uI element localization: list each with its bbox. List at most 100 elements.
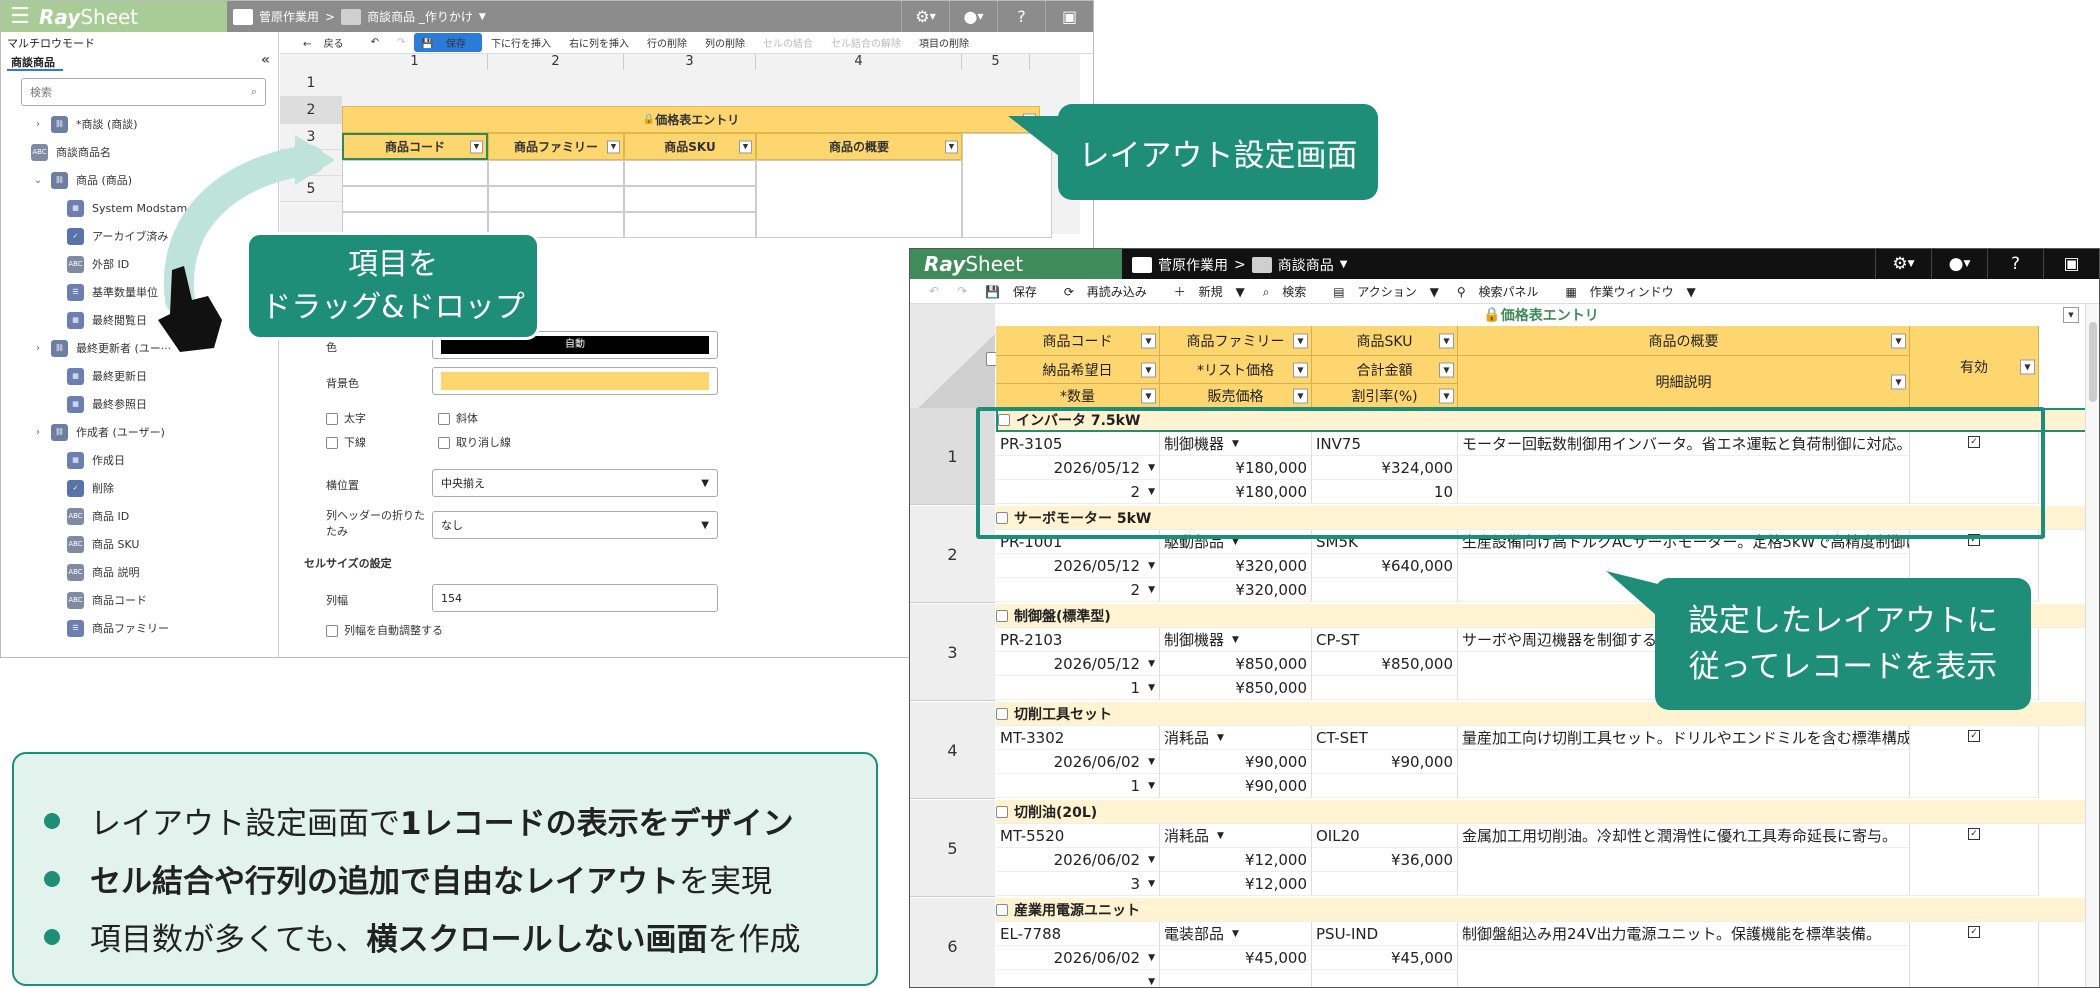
search-input[interactable]: 検索 ⌕ [21,78,266,106]
sidebar-field-item[interactable]: ABC 商品コード [1,586,279,614]
sidebar-tab[interactable]: 商談商品 « [1,52,278,71]
cell-detail[interactable] [1458,750,1910,798]
dropdown-icon[interactable]: ▼ [470,140,483,153]
insert-row-button[interactable]: 下に行を挿入 [482,35,560,50]
col-header-3[interactable]: 3 [624,54,756,70]
cell-product-sku[interactable]: CP-ST [1312,628,1458,652]
chevron-down-icon[interactable]: ▼ [1232,929,1239,939]
search-panel-button[interactable]: ⚲ 検索パネル [1448,283,1557,300]
chevron-down-icon[interactable]: ▼ [1148,879,1155,889]
search-button[interactable]: ⌕ 検索 [1254,283,1325,300]
italic-checkbox[interactable]: 斜体 [438,410,478,426]
gear-icon[interactable]: ⚙ ▼ [1875,249,1931,279]
save-button[interactable]: 💾 保存 [414,33,482,52]
chevron-down-icon[interactable]: ▼ [1148,977,1155,987]
chevron-icon[interactable]: ⌄ [31,175,45,186]
layout-header-cell[interactable]: 商品SKU ▼ [624,133,756,160]
reload-button[interactable]: ⟳ 再読み込み [1055,283,1165,300]
chevron-down-icon[interactable]: ▼ [1217,733,1224,743]
user-icon[interactable]: ● ▼ [1931,249,1987,279]
sidebar-field-item[interactable]: ABC 商品 SKU [1,530,279,558]
redo-icon[interactable]: ↷ [948,284,976,298]
dropdown-icon[interactable]: ▼ [1293,333,1308,348]
record-header-cell[interactable]: 商品SKU ▼ [1312,326,1458,356]
chevron-down-icon[interactable]: ▼ [1148,585,1155,595]
record-checkbox[interactable] [996,805,1008,818]
bold-checkbox[interactable]: 太字 [326,410,366,426]
cell-product-desc[interactable]: 制御盤組込み用24V出力電源ユニット。保護機能を標準装備。 [1458,922,1910,946]
work-window-button[interactable]: ▦ 作業ウィンドウ ▼ [1556,283,1704,300]
chevron-down-icon[interactable]: ▼ [1148,855,1155,865]
dropdown-icon[interactable]: ▼ [1439,388,1454,403]
underline-checkbox[interactable]: 下線 [326,434,366,450]
cell-delivery-date[interactable]: 2026/05/12 ▼ [996,554,1160,578]
record-header-cell[interactable]: 商品の概要 ▼ [1458,326,1910,356]
chevron-icon[interactable]: › [31,343,45,354]
chevron-down-icon[interactable]: ▼ [1148,683,1155,693]
vertical-scrollbar[interactable] [2085,304,2099,987]
cell-product-sku[interactable]: CT-SET [1312,726,1458,750]
record-header-cell[interactable]: 割引率(%) ▼ [1312,384,1458,408]
header-price-entry[interactable]: 🔒 価格表エントリ ▼ [995,304,2087,326]
cell-delivery-date[interactable]: 2026/06/02 ▼ [996,848,1160,872]
record-row[interactable]: 5 切削油(20L) MT-5520 消耗品 ▼ OIL20 金属加工用切削油。冷却性と潤滑… [910,800,2099,898]
cell-sale-price[interactable] [1160,970,1312,987]
cell-delivery-date[interactable]: 2026/05/12 ▼ [996,652,1160,676]
record-title-row[interactable]: 産業用電源ユニット [996,898,2091,922]
dropdown-icon[interactable]: ▼ [1141,362,1156,377]
breadcrumb-sheet[interactable]: 商談商品 [1278,255,1334,275]
chevron-down-icon[interactable]: ▼ [1148,757,1155,767]
dropdown-icon[interactable]: ▼ [739,140,752,153]
chevron-down-icon[interactable]: ▼ [1148,953,1155,963]
delete-row-button[interactable]: 行の削除 [638,35,696,50]
cell-sale-price[interactable]: ¥90,000 [1160,774,1312,798]
cell-valid[interactable]: ✓ [1910,726,2039,798]
dropdown-icon[interactable]: ▼ [1439,362,1454,377]
dropdown-icon[interactable]: ▼ [607,140,620,153]
cell-product-code[interactable]: MT-5520 [996,824,1160,848]
layout-grid-cell[interactable] [624,212,756,238]
sidebar-field-item[interactable]: ✓ 削除 [1,474,279,502]
cell-quantity[interactable]: 3 ▼ [996,872,1160,896]
record-header-cell[interactable]: *リスト価格 ▼ [1160,356,1312,384]
dropdown-icon[interactable]: ▼ [2020,359,2035,374]
cell-sale-price[interactable]: ¥320,000 [1160,578,1312,602]
chevron-down-icon[interactable]: ▼ [1217,831,1224,841]
record-row[interactable]: 6 産業用電源ユニット EL-7788 電装部品 ▼ PSU-IND 制御盤組込み用24V出… [910,898,2099,987]
user-icon[interactable]: ● ▼ [949,1,997,32]
layout-header-cell[interactable]: 商品の概要 ▼ [756,133,962,160]
new-button[interactable]: ＋ 新規 ▼ [1165,283,1254,300]
sidebar-field-item[interactable]: ▦ 作成日 [1,446,279,474]
cell-discount[interactable] [1312,774,1458,798]
record-header-cell[interactable]: 商品コード ▼ [996,326,1160,356]
hamburger-menu-icon[interactable]: ☰ [1,5,39,28]
cell-detail[interactable] [1458,946,1910,987]
cell-list-price[interactable]: ¥12,000 [1160,848,1312,872]
dropdown-icon[interactable]: ▼ [1293,388,1308,403]
dropdown-icon[interactable]: ▼ [1439,333,1454,348]
back-button[interactable]: ← 戻る [294,35,362,50]
record-number[interactable]: 6 [910,898,995,987]
sidebar-field-item[interactable]: › ⛓ 最終更新者 (ユー··· [1,334,279,362]
cell-total[interactable]: ¥36,000 [1312,848,1458,872]
chevron-down-icon[interactable]: ▼ [1340,259,1348,270]
record-header-cell[interactable]: 有効 ▼ [1910,326,2039,408]
cell-sale-price[interactable]: ¥850,000 [1160,676,1312,700]
record-header-cell[interactable]: 合計金額 ▼ [1312,356,1458,384]
layout-grid-cell[interactable] [488,186,624,212]
record-header-cell[interactable]: *数量 ▼ [996,384,1160,408]
auto-adjust-checkbox[interactable]: 列幅を自動調整する [326,622,443,638]
undo-icon[interactable]: ↶ [920,284,948,298]
dropdown-icon[interactable]: ▼ [2063,307,2079,323]
layout-header-cell[interactable]: 商品ファミリー ▼ [488,133,624,160]
chevron-down-icon[interactable]: ▼ [1148,561,1155,571]
dropdown-icon[interactable]: ▼ [1891,333,1906,348]
valid-checkbox[interactable]: ✓ [1968,730,1980,742]
row-header-1[interactable]: 1 [280,70,342,97]
gear-icon[interactable]: ⚙ ▼ [901,1,949,32]
layout-grid-cell[interactable] [488,160,624,186]
sidebar-field-item[interactable]: › ⛓ 作成者 (ユーザー) [1,418,279,446]
record-header-cell[interactable]: 商品ファミリー ▼ [1160,326,1312,356]
cell-product-family[interactable]: 電装部品 ▼ [1160,922,1312,946]
col-header-1[interactable]: 1 [342,54,488,70]
